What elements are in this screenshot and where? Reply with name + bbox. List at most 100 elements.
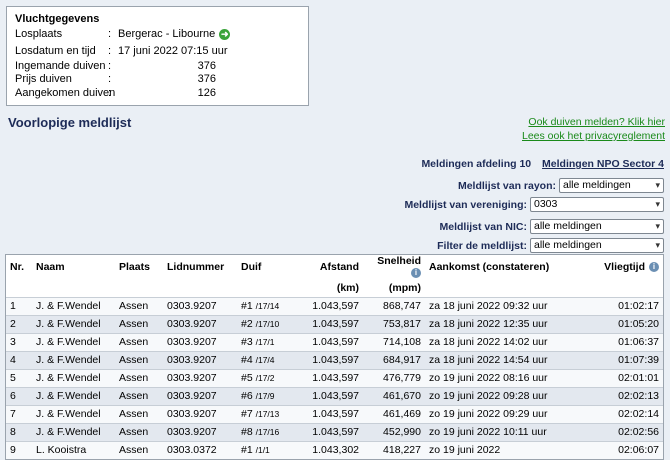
cell-vliegtijd: 02:02:13: [573, 386, 663, 405]
info-icon[interactable]: i: [411, 268, 421, 279]
meldingen-afdeling: Meldingen afdeling 10: [421, 158, 532, 170]
aangekomen-value: 126: [197, 86, 216, 99]
empty-header: [6, 279, 32, 297]
duif-number: #4: [241, 354, 253, 366]
cell-naam: L. Kooistra: [32, 440, 115, 459]
cell-aankomst: za 18 juni 2022 14:54 uur: [425, 350, 573, 369]
flight-label: Losdatum en tijd: [15, 44, 96, 57]
duif-number: #6: [241, 390, 253, 402]
arrow-right-icon[interactable]: ➜: [219, 28, 231, 40]
results-table-wrap: Nr. Naam Plaats Lidnummer Duif Afstand S…: [5, 254, 664, 460]
cell-nr: 3: [6, 332, 32, 351]
colon: :: [108, 59, 112, 72]
cell-snelheid: 452,990: [363, 422, 425, 441]
cell-naam: J. & F.Wendel: [32, 314, 115, 333]
table-row: 9 L. Kooistra Assen 0303.0372 #1 /1/1 1.043,3…: [6, 440, 663, 459]
cell-lidnummer: 0303.9207: [163, 386, 237, 405]
cell-nr: 1: [6, 296, 32, 315]
cell-afstand: 1.043,597: [303, 404, 363, 423]
select-value: 0303: [534, 198, 558, 210]
ingemand-value: 376: [197, 59, 216, 72]
cell-snelheid: 418,227: [363, 440, 425, 459]
empty-header: [163, 279, 237, 297]
flight-row-aangekomen: Aangekomen duiven : 126: [15, 87, 300, 101]
cell-naam: J. & F.Wendel: [32, 422, 115, 441]
results-table: Nr. Naam Plaats Lidnummer Duif Afstand S…: [6, 255, 663, 459]
filter-label: Meldlijst van NIC:: [439, 220, 527, 233]
cell-plaats: Assen: [115, 350, 163, 369]
duif-ring: /17/9: [255, 391, 275, 401]
cell-aankomst: zo 19 juni 2022: [425, 440, 573, 459]
losdatum-value: 17 juni 2022 07:15 uur: [118, 44, 228, 57]
duif-number: #3: [241, 336, 253, 348]
col-vliegtijd: Vliegtijd i: [573, 255, 663, 279]
top-links: Ook duiven melden? Klik hier Lees ook he…: [522, 115, 665, 143]
col-lidnummer: Lidnummer: [163, 255, 237, 279]
col-naam: Naam: [32, 255, 115, 279]
duif-ring: /1/1: [255, 445, 270, 456]
meldlijst-select[interactable]: alle meldingen ▾: [530, 238, 664, 253]
cell-duif: #7 /17/13: [237, 404, 303, 423]
cell-vliegtijd: 02:06:07: [573, 440, 663, 459]
cell-plaats: Assen: [115, 440, 163, 459]
results-body: 1 J. & F.Wendel Assen 0303.9207 #1 /17/14 1.0…: [6, 296, 663, 459]
cell-duif: #3 /17/1: [237, 332, 303, 351]
cell-aankomst: za 18 juni 2022 14:02 uur: [425, 332, 573, 351]
table-row: 7 J. & F.Wendel Assen 0303.9207 #7 /17/13 1.0…: [6, 404, 663, 423]
chevron-down-icon: ▾: [655, 180, 660, 190]
cell-snelheid: 714,108: [363, 332, 425, 351]
cell-duif: #8 /17/16: [237, 422, 303, 441]
col-duif: Duif: [237, 255, 303, 279]
cell-plaats: Assen: [115, 368, 163, 387]
cell-snelheid: 461,670: [363, 386, 425, 405]
cell-naam: J. & F.Wendel: [32, 332, 115, 351]
filter-vereniging: Meldlijst van vereniging: 0303 ▾: [404, 197, 664, 212]
cell-plaats: Assen: [115, 404, 163, 423]
cell-vliegtijd: 02:02:56: [573, 422, 663, 441]
cell-afstand: 1.043,597: [303, 314, 363, 333]
chevron-down-icon: ▾: [655, 221, 660, 231]
filter-nic: Meldlijst van NIC: alle meldingen ▾: [439, 219, 664, 234]
col-snelheid: Snelheidi: [363, 255, 425, 279]
colon: :: [108, 86, 112, 99]
empty-header: [115, 279, 163, 297]
col-aankomst: Aankomst (constateren): [425, 255, 573, 279]
empty-header: [573, 279, 663, 297]
vereniging-select[interactable]: 0303 ▾: [530, 197, 664, 212]
afstand-unit: (km): [303, 279, 363, 297]
chevron-down-icon: ▾: [655, 199, 660, 209]
duif-ring: /17/1: [255, 337, 275, 347]
table-row: 5 J. & F.Wendel Assen 0303.9207 #5 /17/2 1.04…: [6, 368, 663, 387]
nic-select[interactable]: alle meldingen ▾: [530, 219, 664, 234]
report-pigeons-link[interactable]: Ook duiven melden? Klik hier: [522, 115, 665, 129]
filter-label: Filter de meldlijst:: [437, 239, 527, 252]
chevron-down-icon: ▾: [655, 240, 660, 250]
cell-naam: J. & F.Wendel: [32, 296, 115, 315]
privacy-link[interactable]: Lees ook het privacyreglement: [522, 129, 665, 143]
cell-nr: 5: [6, 368, 32, 387]
flight-row-losplaats: Losplaats : Bergerac - Libourne ➜: [15, 28, 300, 42]
cell-lidnummer: 0303.9207: [163, 368, 237, 387]
cell-lidnummer: 0303.9207: [163, 332, 237, 351]
empty-header: [32, 279, 115, 297]
duif-number: #1: [241, 300, 253, 312]
cell-nr: 7: [6, 404, 32, 423]
cell-aankomst: zo 19 juni 2022 09:28 uur: [425, 386, 573, 405]
col-snelheid-label: Snelheid: [377, 255, 421, 267]
duif-ring: /17/4: [255, 355, 275, 365]
meldingen-npo-link[interactable]: Meldingen NPO Sector 4: [542, 158, 664, 170]
table-row: 3 J. & F.Wendel Assen 0303.9207 #3 /17/1 1.04…: [6, 332, 663, 351]
cell-duif: #4 /17/4: [237, 350, 303, 369]
duif-ring: /17/10: [255, 319, 280, 329]
colon: :: [108, 28, 112, 40]
cell-vliegtijd: 01:07:39: [573, 350, 663, 369]
cell-duif: #1 /17/14: [237, 296, 303, 315]
info-icon[interactable]: i: [649, 262, 659, 273]
cell-duif: #1 /1/1: [237, 440, 303, 459]
filter-label: Meldlijst van rayon:: [457, 179, 556, 192]
cell-afstand: 1.043,597: [303, 350, 363, 369]
cell-naam: J. & F.Wendel: [32, 386, 115, 405]
prijs-value: 376: [197, 73, 216, 85]
rayon-select[interactable]: alle meldingen ▾: [559, 178, 664, 193]
cell-snelheid: 461,469: [363, 404, 425, 423]
